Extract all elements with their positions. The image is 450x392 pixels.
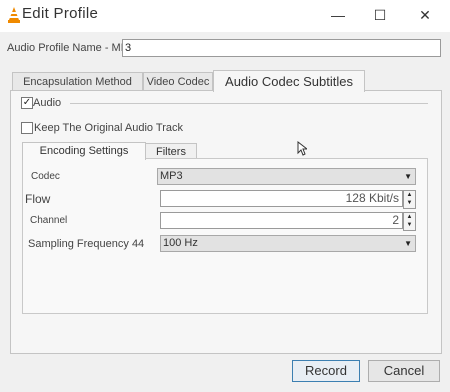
close-button[interactable]: ✕: [410, 4, 440, 26]
minimize-button[interactable]: —: [323, 4, 353, 26]
codec-label: Codec: [31, 171, 60, 182]
sampling-frequency-select[interactable]: 100 Hz ▼: [160, 235, 416, 252]
chevron-down-icon: ▼: [404, 239, 412, 248]
spin-up-icon[interactable]: ▲: [404, 213, 415, 221]
window-title: Edit Profile: [22, 5, 99, 22]
channel-label: Channel: [30, 215, 68, 226]
flow-spin-buttons[interactable]: ▲ ▼: [403, 190, 416, 209]
title-bar: Edit Profile — ☐ ✕: [0, 0, 450, 32]
flow-label: Flow: [25, 192, 51, 206]
profile-name-input[interactable]: 3: [122, 39, 441, 57]
mouse-cursor-icon: [297, 141, 307, 156]
keep-original-audio-label: Keep The Original Audio Track: [34, 122, 183, 134]
vlc-cone-icon: [8, 7, 20, 23]
subtab-encoding-settings[interactable]: Encoding Settings: [22, 142, 146, 160]
cancel-button[interactable]: Cancel: [368, 360, 440, 382]
spin-down-icon[interactable]: ▼: [404, 199, 415, 207]
channel-spin-buttons[interactable]: ▲ ▼: [403, 212, 416, 231]
spin-down-icon[interactable]: ▼: [404, 221, 415, 229]
tab-encapsulation-method[interactable]: Encapsulation Method: [12, 72, 143, 91]
channel-spinbox[interactable]: 2: [160, 212, 403, 229]
sampling-frequency-label: Sampling Frequency 44: [28, 238, 145, 250]
audio-checkbox-label: Audio: [33, 97, 62, 109]
codec-value: MP3: [160, 170, 183, 182]
tab-video-codec[interactable]: Video Codec: [143, 72, 213, 91]
maximize-button[interactable]: ☐: [365, 4, 395, 26]
spin-up-icon[interactable]: ▲: [404, 191, 415, 199]
record-button[interactable]: Record: [292, 360, 360, 382]
flow-spinbox[interactable]: 128 Kbit/s: [160, 190, 403, 207]
chevron-down-icon: ▼: [404, 172, 412, 181]
tab-audio-codec-subtitles[interactable]: Audio Codec Subtitles: [213, 70, 365, 92]
profile-name-label: Audio Profile Name - MP3: [7, 42, 135, 54]
audio-checkbox[interactable]: ✓: [21, 97, 33, 109]
audio-group-divider: [70, 103, 428, 104]
keep-original-audio-checkbox[interactable]: [21, 122, 33, 134]
sampling-frequency-value: 100 Hz: [163, 237, 198, 249]
codec-select[interactable]: MP3 ▼: [157, 168, 416, 185]
